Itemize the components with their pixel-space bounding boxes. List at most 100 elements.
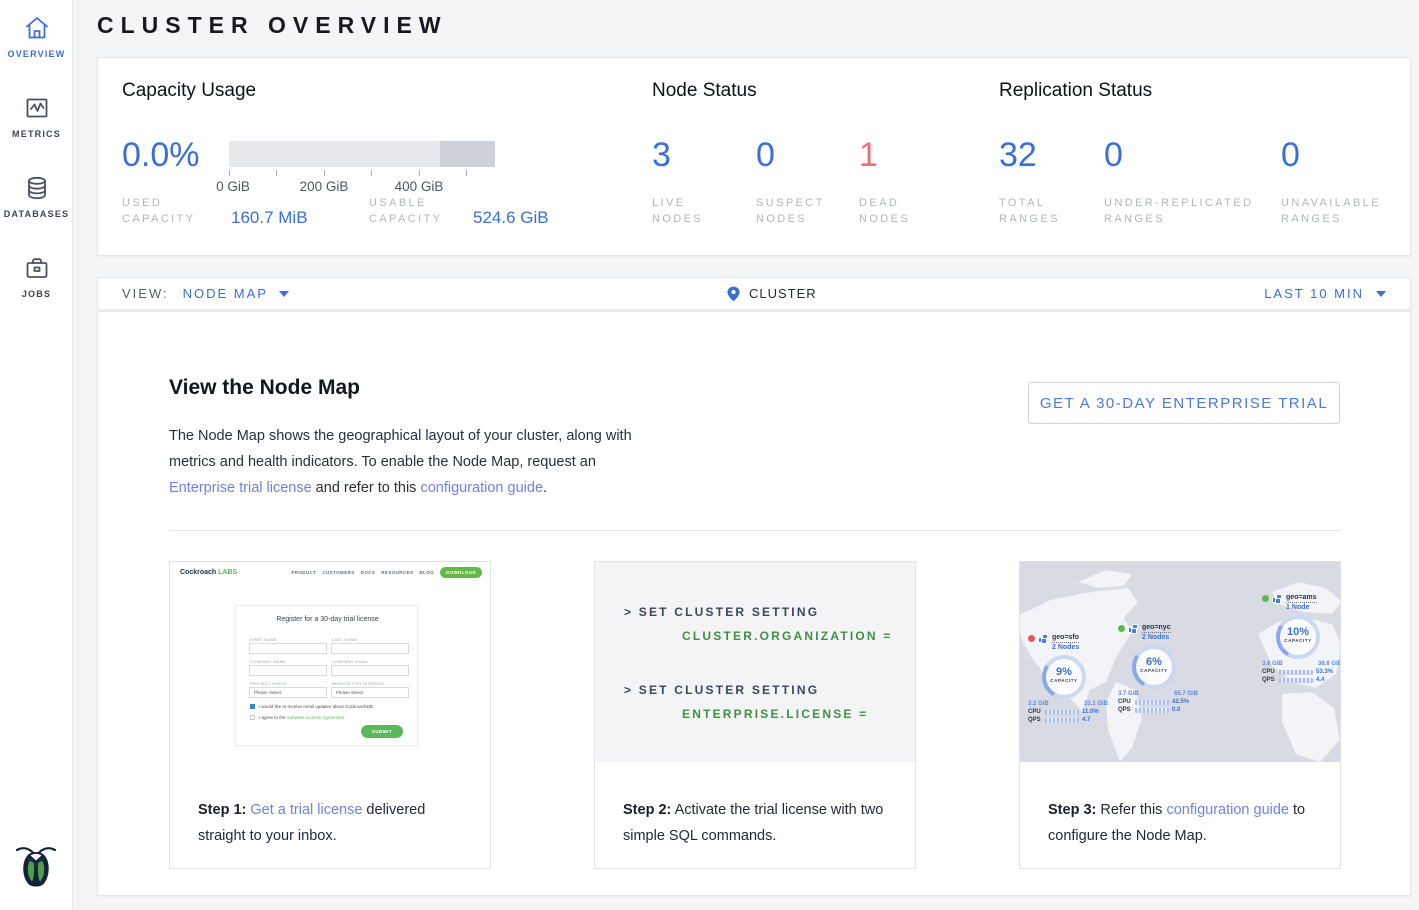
live-nodes-label: LIVE NODES bbox=[652, 195, 703, 227]
cpu-label: CPU bbox=[1028, 709, 1042, 715]
qps-row: QPS 4.7 bbox=[1028, 717, 1108, 723]
qps-row: QPS 0.0 bbox=[1118, 707, 1198, 713]
locality-header: geo=sfo 2 Nodes bbox=[1028, 634, 1108, 652]
locality-widget-ams: geo=ams 1 Node 10% CAPACITY 3.6 GiB 36.6… bbox=[1262, 594, 1340, 683]
configuration-guide-link[interactable]: configuration guide bbox=[1166, 802, 1289, 818]
cluster-summary-panel: Capacity Usage 0.0% 0 GiB 200 GiB 400 Gi… bbox=[97, 57, 1411, 256]
field-label: COMPANY EMAIL bbox=[332, 659, 369, 664]
download-button: DOWNLOAD bbox=[440, 567, 482, 578]
minisite-header: Cockroach LABS PRODUCT CUSTOMERS DOCS RE… bbox=[170, 562, 490, 584]
under-replicated-label-line2: RANGES bbox=[1104, 213, 1165, 225]
logo-text-green: LABS bbox=[218, 569, 237, 576]
node-map-preview: geo=sfo 2 Nodes 9% CAPACITY 3.2 GiB 33.1… bbox=[1020, 562, 1340, 762]
company-name-input bbox=[249, 665, 327, 676]
node-map-heading: View the Node Map bbox=[169, 376, 360, 400]
used-gib: 3.7 GiB bbox=[1118, 691, 1139, 697]
cpu-value: 42.5% bbox=[1172, 699, 1189, 705]
configuration-guide-link[interactable]: configuration guide bbox=[420, 480, 543, 496]
usable-capacity-label: USABLE CAPACITY bbox=[369, 195, 442, 227]
sidebar-item-metrics[interactable]: METRICS bbox=[0, 94, 73, 139]
qps-bar bbox=[1279, 678, 1313, 683]
live-status-dot bbox=[1118, 625, 1125, 632]
checkbox-icon bbox=[250, 715, 255, 720]
locality-name: geo=sfo bbox=[1052, 634, 1079, 643]
divider bbox=[169, 530, 1340, 531]
qps-value: 0.0 bbox=[1172, 707, 1180, 713]
replication-status-title: Replication Status bbox=[999, 80, 1152, 102]
sidebar-item-overview[interactable]: OVERVIEW bbox=[0, 14, 73, 59]
enterprise-trial-button[interactable]: GET A 30-DAY ENTERPRISE TRIAL bbox=[1028, 382, 1340, 424]
qps-label: QPS bbox=[1262, 677, 1276, 683]
sql-code-snippet: > SET CLUSTER SETTING CLUSTER.ORGANIZATI… bbox=[595, 562, 915, 762]
enterprise-trial-license-link[interactable]: Enterprise trial license bbox=[169, 480, 312, 496]
view-value[interactable]: NODE MAP bbox=[183, 286, 268, 301]
company-email-input bbox=[331, 665, 409, 676]
axis-tick bbox=[419, 170, 420, 176]
chevron-down-icon[interactable] bbox=[279, 291, 289, 297]
used-capacity-value: 160.7 MiB bbox=[231, 208, 308, 228]
view-selector[interactable]: VIEW: NODE MAP bbox=[122, 278, 289, 309]
live-status-dot bbox=[1262, 595, 1269, 602]
prompt-char: > bbox=[624, 605, 633, 619]
qps-bar bbox=[1045, 718, 1079, 723]
code-text: SET CLUSTER SETTING bbox=[639, 683, 819, 697]
cpu-row: CPU 53.3% bbox=[1262, 669, 1340, 675]
used-gib: 3.2 GiB bbox=[1028, 701, 1049, 707]
axis-tick-label: 0 GiB bbox=[216, 179, 250, 194]
locality-header: geo=nyc 2 Nodes bbox=[1118, 624, 1198, 642]
dead-nodes-label-line1: DEAD bbox=[859, 197, 899, 209]
axis-tick bbox=[276, 170, 277, 176]
code-text: SET CLUSTER SETTING bbox=[639, 605, 819, 619]
cpu-label: CPU bbox=[1262, 669, 1276, 675]
live-nodes-label-line2: NODES bbox=[652, 213, 703, 225]
step-3-label: Step 3: bbox=[1048, 802, 1096, 818]
cluster-breadcrumb: CLUSTER bbox=[727, 278, 817, 309]
time-range-selector[interactable]: LAST 10 MIN bbox=[1264, 278, 1386, 309]
step-3-card: geo=sfo 2 Nodes 9% CAPACITY 3.2 GiB 33.1… bbox=[1019, 561, 1341, 869]
checkbox-label: I agree to the Software License Agreemen… bbox=[259, 715, 346, 720]
qps-value: 4.4 bbox=[1316, 677, 1324, 683]
used-gib: 3.6 GiB bbox=[1262, 661, 1283, 667]
total-gib: 33.1 GiB bbox=[1084, 701, 1108, 707]
description-text: and refer to this bbox=[312, 480, 421, 496]
sidebar-item-databases[interactable]: DATABASES bbox=[0, 174, 73, 219]
live-nodes-value: 3 bbox=[652, 136, 671, 175]
capacity-donut: 6% CAPACITY bbox=[1132, 645, 1176, 689]
capacity-bar-reserved-segment bbox=[440, 141, 495, 167]
cpu-row: CPU 11.0% bbox=[1028, 709, 1108, 715]
capacity-percent: 10% bbox=[1280, 626, 1316, 638]
code-line-4: ENTERPRISE.LICENSE = bbox=[682, 707, 868, 721]
dead-nodes-label: DEAD NODES bbox=[859, 195, 910, 227]
chevron-down-icon[interactable] bbox=[1376, 291, 1386, 297]
get-trial-license-link[interactable]: Get a trial license bbox=[250, 802, 362, 818]
cpu-label: CPU bbox=[1118, 699, 1132, 705]
page-title: CLUSTER OVERVIEW bbox=[97, 12, 448, 39]
cpu-value: 11.0% bbox=[1082, 709, 1099, 715]
capacity-percent: 6% bbox=[1136, 656, 1172, 668]
time-range-value[interactable]: LAST 10 MIN bbox=[1264, 286, 1364, 301]
nav-item: PRODUCT bbox=[291, 570, 316, 575]
dead-nodes-label-line2: NODES bbox=[859, 213, 910, 225]
qps-row: QPS 4.4 bbox=[1262, 677, 1340, 683]
total-ranges-label-line1: TOTAL bbox=[999, 197, 1045, 209]
used-capacity-label: USED CAPACITY bbox=[122, 195, 195, 227]
sidebar-item-jobs[interactable]: JOBS bbox=[0, 254, 73, 299]
trial-form-title: Register for a 30-day trial license bbox=[236, 616, 419, 623]
unavailable-label-line2: RANGES bbox=[1281, 213, 1342, 225]
under-replicated-ranges-value: 0 bbox=[1104, 136, 1123, 175]
capacity-usage-title: Capacity Usage bbox=[122, 80, 256, 102]
license-agreement-link: Software License Agreement. bbox=[287, 715, 346, 720]
email-updates-checkbox-row: I would like to receive email updates ab… bbox=[250, 704, 374, 709]
locality-widget-sfo: geo=sfo 2 Nodes 9% CAPACITY 3.2 GiB 33.1… bbox=[1028, 634, 1108, 723]
description-text: . bbox=[543, 480, 547, 496]
capacity-label: CAPACITY bbox=[1046, 678, 1082, 683]
caption-text: Refer this bbox=[1096, 802, 1166, 818]
first-name-input bbox=[249, 643, 327, 654]
last-name-input bbox=[331, 643, 409, 654]
capacity-label: CAPACITY bbox=[1136, 668, 1172, 673]
step-2-label: Step 2: bbox=[623, 802, 671, 818]
total-ranges-label: TOTAL RANGES bbox=[999, 195, 1060, 227]
axis-tick bbox=[371, 170, 372, 176]
unavailable-ranges-label: UNAVAILABLE RANGES bbox=[1281, 195, 1381, 227]
locality-node-count: 2 Nodes bbox=[1142, 633, 1171, 642]
